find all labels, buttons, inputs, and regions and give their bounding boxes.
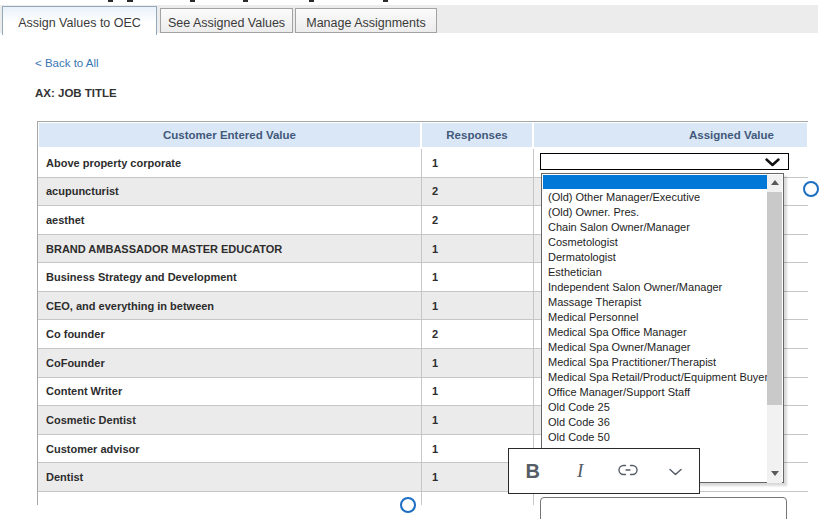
scroll-down-arrow-icon[interactable] <box>771 471 779 476</box>
responses-cell: 1 <box>422 292 534 320</box>
tab-assign-values-to-oec[interactable]: Assign Values to OEC <box>2 6 157 35</box>
responses-cell: 1 <box>422 235 534 263</box>
customer-value-cell: acupuncturist <box>38 178 422 206</box>
customer-value-cell: Customer advisor <box>38 435 422 463</box>
dropdown-option[interactable]: Chain Salon Owner/Manager <box>542 220 768 235</box>
back-to-all-link[interactable]: < Back to All <box>35 57 99 69</box>
customer-value-cell: Cosmetic Dentist <box>38 406 422 434</box>
cropped-text-remnant <box>309 0 314 2</box>
customer-value-cell: Business Strategy and Development <box>38 263 422 291</box>
chevron-down-icon <box>669 468 682 476</box>
dropdown-option[interactable]: Medical Spa Office Manager <box>542 325 768 340</box>
bold-button[interactable]: B <box>509 460 557 483</box>
scrollbar-thumb[interactable] <box>767 192 782 405</box>
dropdown-scrollbar[interactable] <box>767 175 782 483</box>
dropdown-option[interactable]: Independent Salon Owner/Manager <box>542 280 768 295</box>
tab-see-assigned-values[interactable]: See Assigned Values <box>160 8 293 33</box>
scroll-up-arrow-icon[interactable] <box>771 180 779 185</box>
dropdown-option[interactable]: Medical Spa Retail/Product/Equipment Buy… <box>542 370 768 385</box>
annotation-circle <box>400 497 416 513</box>
format-toolbar: B I <box>508 448 700 494</box>
page: Assign Values to OEC See Assigned Values… <box>0 0 825 519</box>
dropdown-option[interactable]: Old Code 25 <box>542 400 768 415</box>
assigned-value-select[interactable] <box>540 153 789 170</box>
italic-button[interactable]: I <box>557 460 605 482</box>
column-header-responses: Responses <box>422 123 532 147</box>
customer-value-cell: BRAND AMBASSADOR MASTER EDUCATOR <box>38 235 422 263</box>
responses-cell: 1 <box>422 378 534 406</box>
more-options-button[interactable] <box>652 462 700 480</box>
customer-value-cell: CEO, and everything in between <box>38 292 422 320</box>
dropdown-option[interactable]: Medical Spa Practitioner/Therapist <box>542 355 768 370</box>
customer-value-cell: CoFounder <box>38 349 422 377</box>
dropdown-option[interactable]: Old Code 36 <box>542 415 768 430</box>
customer-value-cell: Dentist <box>38 463 422 491</box>
dropdown-option[interactable]: Old Code 50 <box>542 430 768 445</box>
responses-cell: 2 <box>422 206 534 234</box>
customer-value-cell <box>38 492 422 505</box>
page-title: AX: JOB TITLE <box>35 87 117 99</box>
dropdown-option[interactable]: Cosmetologist <box>542 235 768 250</box>
assigned-value-dropdown-list: (Old) Other Manager/Executive(Old) Owner… <box>541 173 784 483</box>
responses-cell: 1 <box>422 149 534 177</box>
responses-cell: 1 <box>422 263 534 291</box>
responses-cell: 2 <box>422 320 534 348</box>
dropdown-option[interactable]: Dermatologist <box>542 250 768 265</box>
chevron-down-icon <box>765 158 780 167</box>
cropped-text-remnant <box>243 0 248 2</box>
responses-cell: 1 <box>422 406 534 434</box>
table-header-row: Customer Entered Value Responses Assigne… <box>38 122 808 149</box>
cropped-text-remnant <box>190 0 195 2</box>
dropdown-option[interactable]: Esthetician <box>542 265 768 280</box>
cropped-text-remnant <box>127 0 133 2</box>
dropdown-option[interactable]: Medical Spa Owner/Manager <box>542 340 768 355</box>
customer-value-cell: Co founder <box>38 320 422 348</box>
column-header-assigned-value: Assigned Value <box>534 123 807 147</box>
dropdown-option[interactable]: (Old) Owner. Pres. <box>542 205 768 220</box>
dropdown-option[interactable]: (Old) Other Manager/Executive <box>542 190 768 205</box>
link-button[interactable] <box>604 462 652 480</box>
selected-empty-option[interactable] <box>543 175 767 189</box>
responses-cell: 2 <box>422 178 534 206</box>
cropped-text-remnant <box>108 0 113 2</box>
annotation-circle <box>803 181 819 197</box>
customer-value-cell: aesthet <box>38 206 422 234</box>
link-icon <box>617 464 639 476</box>
dropdown-option[interactable]: Massage Therapist <box>542 295 768 310</box>
column-header-customer-entered-value: Customer Entered Value <box>39 123 420 147</box>
tab-manage-assignments[interactable]: Manage Assignments <box>295 8 437 33</box>
responses-cell: 1 <box>422 349 534 377</box>
dropdown-option[interactable]: Office Manager/Support Staff <box>542 385 768 400</box>
next-row-select[interactable] <box>540 497 787 519</box>
cropped-text-remnant <box>383 0 388 2</box>
dropdown-option[interactable]: Medical Personnel <box>542 310 768 325</box>
customer-value-cell: Content Writer <box>38 378 422 406</box>
customer-value-cell: Above property corporate <box>38 149 422 177</box>
